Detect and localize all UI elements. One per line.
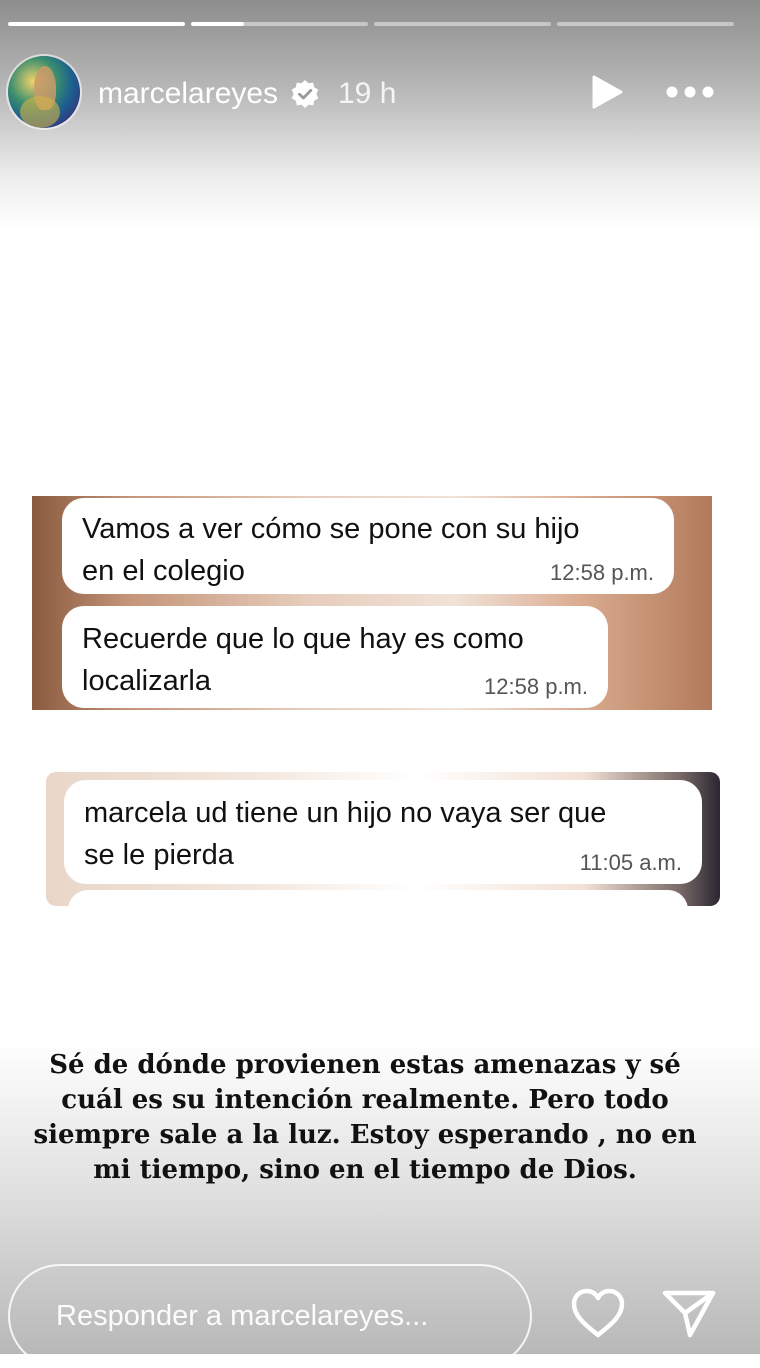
chat-screenshot: marcela ud tiene un hijo no vaya ser que… — [46, 772, 720, 906]
chat-screenshot: Vamos a ver cómo se pone con su hijo en … — [32, 496, 712, 710]
caption-line: cuál es su intención realmente. Pero tod… — [61, 1085, 669, 1115]
message-time: 12:58 p.m. — [550, 560, 654, 585]
verified-badge-icon — [291, 80, 319, 108]
reply-input[interactable]: Responder a marcelareyes... — [8, 1264, 532, 1368]
progress-segment — [374, 22, 551, 26]
progress-segment — [191, 22, 368, 26]
message-bubble-edge — [68, 890, 688, 906]
heart-icon[interactable] — [568, 1286, 628, 1340]
more-icon[interactable] — [664, 80, 716, 104]
caption-line: siempre sale a la luz. Estoy esperando ,… — [33, 1120, 697, 1150]
progress-fill — [191, 22, 245, 26]
message-bubble: Vamos a ver cómo se pone con su hijo en … — [62, 498, 674, 594]
message-bubble: Recuerde que lo que hay es como localiza… — [62, 606, 608, 708]
message-line: Recuerde que lo que hay es como — [82, 623, 524, 655]
progress-segment — [557, 22, 734, 26]
message-time: 12:58 p.m. — [484, 674, 588, 699]
message-time: 11:05 a.m. — [579, 850, 682, 875]
username[interactable]: marcelareyes — [98, 76, 278, 112]
message-bubble: marcela ud tiene un hijo no vaya ser que… — [64, 780, 702, 884]
play-icon[interactable] — [588, 74, 624, 110]
avatar[interactable] — [8, 56, 80, 128]
message-line: Vamos a ver cómo se pone con su hijo — [82, 513, 580, 545]
caption-line: mi tiempo, sino en el tiempo de Dios. — [93, 1155, 637, 1185]
top-gradient — [0, 0, 760, 230]
progress-fill — [8, 22, 185, 26]
caption-line: Sé de dónde provienen estas amenazas y s… — [49, 1050, 681, 1080]
message-line: marcela ud tiene un hijo no vaya ser que — [84, 797, 607, 829]
story-caption: Sé de dónde provienen estas amenazas y s… — [20, 1048, 710, 1188]
send-icon[interactable] — [660, 1286, 718, 1340]
reply-placeholder: Responder a marcelareyes... — [56, 1300, 429, 1332]
story-progress — [8, 22, 734, 26]
progress-segment — [8, 22, 185, 26]
post-time: 19 h — [338, 77, 397, 110]
